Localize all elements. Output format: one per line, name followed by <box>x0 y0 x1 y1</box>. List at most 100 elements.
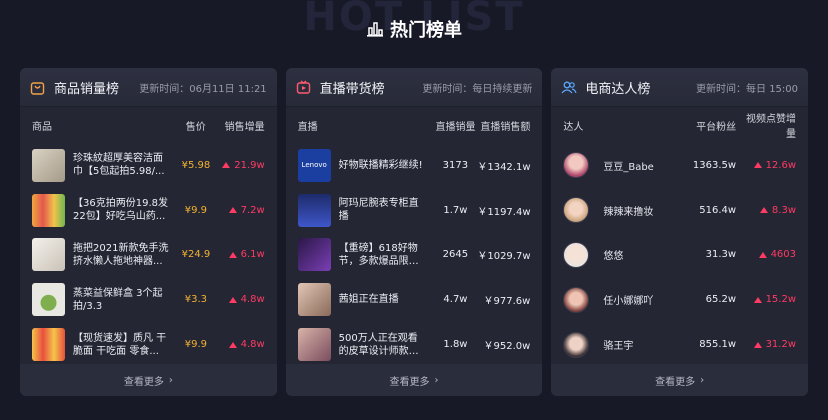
column-header: 达人 平台粉丝 视频点赞增量 <box>551 107 808 143</box>
list-item[interactable]: 蒸菜益保鲜盒 3个起拍/3.3 ¥3.3 4.8w <box>20 277 277 322</box>
product-thumbnail <box>32 193 65 227</box>
panel-title: 直播带货榜 <box>319 81 385 97</box>
list-item[interactable]: 500万人正在观看的皮草设计师款直播... 1.8w ￥952.0w <box>286 322 543 367</box>
live-amount: ￥977.6w <box>483 296 531 308</box>
live-thumbnail <box>297 328 331 362</box>
list-item[interactable]: 拖把2021新款免手洗挤水懒人拖地神器... ¥24.9 6.1w <box>20 233 277 278</box>
product-thumbnail <box>32 283 65 317</box>
sales-growth: 4.8w <box>220 339 265 350</box>
live-commerce-panel: 直播带货榜 更新时间：每日持续更新 直播 直播销量 直播销售额 Lenovo 好物… <box>285 68 543 396</box>
panel-header: 电商达人榜 更新时间：每日 15:00 <box>551 68 809 107</box>
avatar <box>563 197 590 224</box>
column-header: 直播 直播销量 直播销售额 <box>286 107 543 143</box>
likes-growth: 8.3w <box>736 205 796 216</box>
update-time: 更新时间：06月11日 11:21 <box>139 83 267 95</box>
list-item[interactable]: 悠悠 31.3w 4603 <box>551 233 808 278</box>
chevron-right-icon: › <box>700 374 705 386</box>
sales-growth: 6.1w <box>220 249 265 260</box>
live-sales: 2645 <box>442 249 469 261</box>
sales-growth: 7.2w <box>220 205 265 216</box>
product-name: 拖把2021新款免手洗挤水懒人拖地神器... <box>73 242 169 267</box>
live-name: 500万人正在观看的皮草设计师款直播... <box>338 332 419 357</box>
product-sales-panel: 商品销量榜 更新时间：06月11日 11:21 商品 售价 销售增量 珍珠紋超厚… <box>20 68 277 396</box>
col-sales-growth: 销售增量 <box>224 121 265 133</box>
influencer-name: 辣辣来撸妆 <box>603 206 654 218</box>
list-item[interactable]: 豆豆_Babe 1363.5w 12.6w <box>551 143 808 188</box>
up-arrow-icon <box>758 251 767 258</box>
product-name: 蒸菜益保鲜盒 3个起拍/3.3 <box>73 287 163 312</box>
up-arrow-icon <box>759 207 768 214</box>
sales-growth: 4.8w <box>220 294 265 305</box>
product-name: 珍珠紋超厚美容洁面巾【5包起拍5.98/... <box>73 153 165 178</box>
update-time: 更新时间：每日持续更新 <box>422 83 533 95</box>
avatar <box>563 241 590 268</box>
update-time: 更新时间：每日 15:00 <box>696 83 799 95</box>
live-tv-icon <box>296 79 312 95</box>
view-more-button[interactable]: 查看更多 › <box>551 364 809 396</box>
shopping-bag-icon <box>30 79 46 95</box>
influencer-name: 豆豆_Babe <box>603 161 654 173</box>
live-name: 【重磅】618好物节，多款爆品限时... <box>338 242 418 267</box>
product-thumbnail <box>32 328 65 362</box>
influencer-name: 骆王宇 <box>603 341 634 353</box>
up-arrow-icon <box>222 162 231 169</box>
list-item[interactable]: 骆王宇 855.1w 31.2w <box>551 322 808 367</box>
list-item[interactable]: 【36克拍两份19.8发22包】好吃乌山药... ¥9.9 7.2w <box>20 188 277 233</box>
users-icon <box>561 79 577 95</box>
list-item[interactable]: 【现货速发】质凡 干脆面 干吃面 零食... ¥9.9 4.8w <box>20 322 277 367</box>
product-name: 【36克拍两份19.8发22包】好吃乌山药... <box>73 198 168 223</box>
live-thumbnail: Lenovo <box>297 148 331 182</box>
product-price: ¥5.98 <box>181 159 211 171</box>
fans-count: 516.4w <box>699 204 737 216</box>
live-sales: 4.7w <box>443 294 468 306</box>
up-arrow-icon <box>753 296 762 303</box>
view-more-button[interactable]: 查看更多 › <box>285 364 543 396</box>
panel-title: 电商达人榜 <box>585 81 651 97</box>
fans-count: 31.3w <box>705 249 737 261</box>
live-name: 好物联播精彩继续! <box>338 159 423 171</box>
product-price: ¥24.9 <box>181 249 211 261</box>
live-thumbnail <box>297 238 331 272</box>
list-item[interactable]: 【重磅】618好物节，多款爆品限时... 2645 ￥1029.7w <box>286 233 543 278</box>
col-live-amount: 直播销售额 <box>480 121 531 133</box>
product-name: 【现货速发】质凡 干脆面 干吃面 零食... <box>73 332 167 357</box>
chevron-right-icon: › <box>168 374 173 386</box>
up-arrow-icon <box>228 251 237 258</box>
up-arrow-icon <box>228 207 237 214</box>
column-header: 商品 售价 销售增量 <box>20 107 277 143</box>
up-arrow-icon <box>753 341 762 348</box>
fans-count: 65.2w <box>705 294 737 306</box>
ranking-panels: 商品销量榜 更新时间：06月11日 11:21 商品 售价 销售增量 珍珠紋超厚… <box>20 68 809 396</box>
panel-header: 商品销量榜 更新时间：06月11日 11:21 <box>20 68 277 107</box>
list-item[interactable]: 任小娜娜吖 65.2w 15.2w <box>551 277 808 322</box>
live-amount: ￥1197.4w <box>477 206 531 218</box>
live-amount: ￥1342.1w <box>477 161 531 173</box>
col-influencer: 达人 <box>563 121 584 133</box>
product-thumbnail <box>32 238 65 272</box>
list-item[interactable]: Lenovo 好物联播精彩继续! 3173 ￥1342.1w <box>286 143 543 188</box>
list-item[interactable]: 茜姐正在直播 4.7w ￥977.6w <box>286 277 543 322</box>
up-arrow-icon <box>228 341 237 348</box>
panel-title: 商品销量榜 <box>54 81 120 97</box>
product-thumbnail <box>32 148 65 182</box>
likes-growth: 4603 <box>736 249 796 260</box>
col-live-sales: 直播销量 <box>435 121 476 133</box>
likes-growth: 31.2w <box>736 339 796 350</box>
product-price: ¥3.3 <box>184 294 208 306</box>
list-item[interactable]: 阿玛尼腕表专柜直播 1.7w ￥1197.4w <box>286 188 543 233</box>
col-price: 售价 <box>185 121 206 133</box>
likes-growth: 15.2w <box>736 294 796 305</box>
influencer-name: 任小娜娜吖 <box>603 296 654 308</box>
view-more-button[interactable]: 查看更多 › <box>20 364 277 396</box>
influencer-name: 悠悠 <box>603 251 624 263</box>
col-fans: 平台粉丝 <box>696 121 737 133</box>
list-item[interactable]: 辣辣来撸妆 516.4w 8.3w <box>551 188 808 233</box>
product-price: ¥9.9 <box>184 339 208 351</box>
panel-header: 直播带货榜 更新时间：每日持续更新 <box>285 68 543 107</box>
col-likes-growth: 视频点赞增量 <box>746 114 797 140</box>
col-live: 直播 <box>297 121 318 133</box>
product-price: ¥9.9 <box>184 204 208 216</box>
avatar <box>563 286 590 313</box>
list-item[interactable]: 珍珠紋超厚美容洁面巾【5包起拍5.98/... ¥5.98 21.9w <box>20 143 277 188</box>
live-thumbnail <box>297 283 331 317</box>
